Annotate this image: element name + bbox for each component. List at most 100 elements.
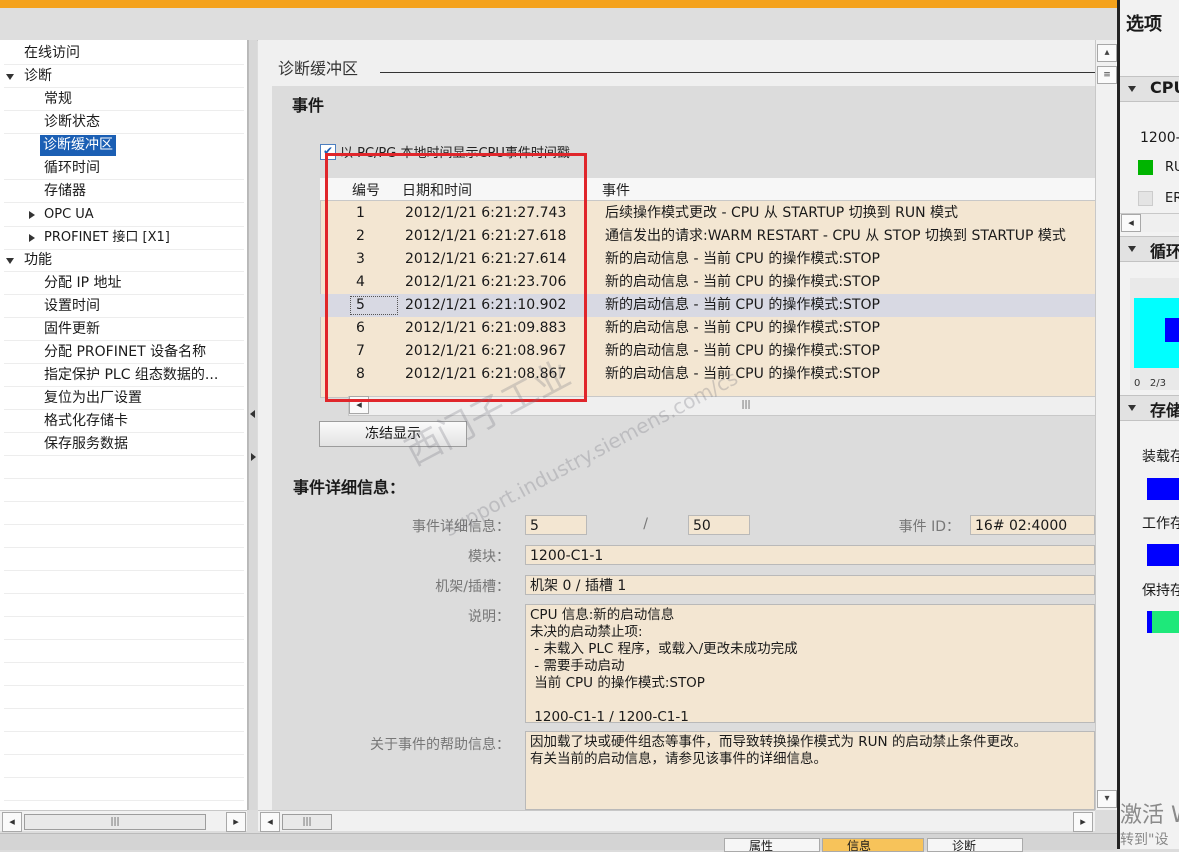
row-event: 新的启动信息 - 当前 CPU 的操作模式:STOP [605, 297, 880, 313]
expand-right-icon[interactable] [251, 453, 256, 461]
cycle-axis-labels: 0 2/3 [1134, 378, 1166, 389]
scroll-right-icon[interactable]: ▸ [226, 812, 246, 832]
expand-arrow-icon[interactable] [6, 74, 14, 80]
help-info-label: 关于事件的帮助信息： [370, 737, 510, 753]
nav-item-factory-reset[interactable]: 复位为出厂设置 [44, 387, 142, 409]
nav-divider [4, 179, 244, 180]
row-event: 新的启动信息 - 当前 CPU 的操作模式:STOP [605, 366, 880, 382]
nav-divider [4, 133, 244, 134]
row-event: 新的启动信息 - 当前 CPU 的操作模式:STOP [605, 274, 880, 290]
tab-info[interactable]: 信息 [822, 838, 924, 852]
nav-divider [4, 455, 244, 456]
scroll-down-icon[interactable]: ▾ [1097, 790, 1117, 808]
main-vscrollbar[interactable]: ▴ ≡ ▾ [1095, 40, 1118, 810]
activate-windows-text: 激活 W [1120, 803, 1179, 828]
rack-slot-field[interactable]: 机架 0 / 插槽 1 [525, 575, 1095, 595]
help-info-text[interactable]: 因加载了块或硬件组态等事件，而导致转换操作模式为 RUN 的启动禁止条件更改。 … [525, 731, 1095, 810]
tab-properties[interactable]: 属性 [724, 838, 820, 852]
nav-divider [4, 294, 244, 295]
event-details-title: 事件详细信息： [293, 478, 406, 497]
column-header-event[interactable]: 事件 [602, 180, 630, 200]
row-event: 新的启动信息 - 当前 CPU 的操作模式:STOP [605, 320, 880, 336]
collapse-left-icon[interactable] [250, 410, 255, 418]
options-title: 选项 [1126, 14, 1162, 35]
nav-item-firmware-update[interactable]: 固件更新 [44, 318, 100, 340]
options-panel: 选项 CPU 1200- RU ER ◂ 循环 0 2/3 存储 装载存 工作存… [1120, 0, 1179, 849]
nav-divider [4, 501, 244, 502]
cpu-section-header[interactable]: CPU [1120, 76, 1179, 102]
nav-item-diagnostics[interactable]: 诊断 [24, 65, 52, 87]
description-label: 说明： [468, 609, 510, 625]
nav-divider [4, 616, 244, 617]
panel-splitter[interactable] [248, 40, 257, 810]
scroll-thumb[interactable]: ||| [282, 814, 332, 830]
main-hscrollbar[interactable]: ◂ ||| ▸ [258, 810, 1095, 832]
expand-arrow-icon[interactable] [29, 211, 35, 219]
cpu-section-title: CPU [1150, 78, 1179, 97]
nav-divider [4, 110, 244, 111]
section-divider [380, 72, 1095, 73]
event-id-label: 事件 ID： [898, 519, 960, 535]
nav-item-memory[interactable]: 存储器 [44, 180, 86, 202]
tab-diagnostics[interactable]: 诊断 [927, 838, 1023, 852]
scroll-up-icon[interactable]: ▴ [1097, 44, 1117, 62]
nav-item-assign-ip[interactable]: 分配 IP 地址 [44, 272, 121, 294]
nav-item-save-service-data[interactable]: 保存服务数据 [44, 433, 128, 455]
nav-item-protect-plc-config[interactable]: 指定保护 PLC 组态数据的... [44, 364, 242, 386]
memory-section-header[interactable]: 存储 [1120, 395, 1179, 421]
collapse-arrow-icon[interactable] [1128, 86, 1136, 92]
nav-item-functions[interactable]: 功能 [24, 249, 52, 271]
nav-item-set-time[interactable]: 设置时间 [44, 295, 100, 317]
nav-item-diagnostic-buffer[interactable]: 诊断缓冲区 [40, 135, 116, 156]
event-index-field[interactable]: 5 [525, 515, 587, 535]
nav-tree: 在线访问 诊断 常规 诊断状态 诊断缓冲区 循环时间 存储器 OPC UA PR… [0, 40, 248, 810]
nav-divider [4, 800, 244, 801]
nav-divider [4, 754, 244, 755]
nav-item-diagnostic-status[interactable]: 诊断状态 [44, 111, 100, 133]
collapse-arrow-icon[interactable] [1128, 246, 1136, 252]
memory-section-title: 存储 [1150, 401, 1179, 420]
nav-item-cycle-time[interactable]: 循环时间 [44, 157, 100, 179]
nav-item-opc-ua[interactable]: OPC UA [44, 204, 94, 226]
event-separator: / [643, 516, 648, 532]
events-heading: 事件 [292, 96, 325, 115]
scroll-grip-icon[interactable]: ≡ [1097, 66, 1117, 84]
event-total-field[interactable]: 50 [688, 515, 750, 535]
cycle-section-header[interactable]: 循环 [1120, 236, 1179, 262]
event-id-field[interactable]: 16# 02:4000 [970, 515, 1095, 535]
expand-arrow-icon[interactable] [6, 258, 14, 264]
nav-item-assign-profinet-name[interactable]: 分配 PROFINET 设备名称 [44, 341, 206, 363]
nav-item-online-access[interactable]: 在线访问 [24, 42, 80, 64]
nav-divider [4, 547, 244, 548]
nav-hscrollbar[interactable]: ◂ ||| ▸ [0, 810, 247, 832]
module-field[interactable]: 1200-C1-1 [525, 545, 1095, 565]
scroll-left-icon[interactable]: ◂ [2, 812, 22, 832]
nav-item-profinet-interface[interactable]: PROFINET 接口 [X1] [44, 227, 170, 249]
nav-divider [4, 87, 244, 88]
retain-used-bar [1147, 611, 1152, 633]
expand-arrow-icon[interactable] [29, 234, 35, 242]
row-event: 新的启动信息 - 当前 CPU 的操作模式:STOP [605, 251, 880, 267]
tab-label: 信息 [847, 839, 872, 852]
nav-divider [4, 271, 244, 272]
title-accent-bar [0, 0, 1117, 8]
nav-divider [4, 317, 244, 318]
scroll-left-icon[interactable]: ◂ [260, 812, 280, 832]
nav-item-general[interactable]: 常规 [44, 88, 72, 110]
nav-item-format-card[interactable]: 格式化存储卡 [44, 410, 128, 432]
nav-divider [4, 708, 244, 709]
work-memory-label: 工作存 [1142, 516, 1179, 532]
section-title: 诊断缓冲区 [278, 59, 359, 78]
cycle-section-title: 循环 [1150, 242, 1179, 261]
activate-windows-hint: 转到"设 [1120, 832, 1169, 848]
nav-divider [4, 662, 244, 663]
nav-divider [4, 478, 244, 479]
scroll-right-icon[interactable]: ▸ [1073, 812, 1093, 832]
cpu-hscrollbar[interactable]: ◂ [1120, 213, 1179, 232]
work-memory-bar [1147, 544, 1179, 566]
description-text[interactable]: CPU 信息:新的启动信息 未决的启动禁止项: - 未载入 PLC 程序，或载入… [525, 604, 1095, 723]
nav-divider [4, 685, 244, 686]
scroll-left-icon[interactable]: ◂ [1121, 214, 1141, 232]
scroll-thumb[interactable]: ||| [24, 814, 206, 830]
collapse-arrow-icon[interactable] [1128, 405, 1136, 411]
